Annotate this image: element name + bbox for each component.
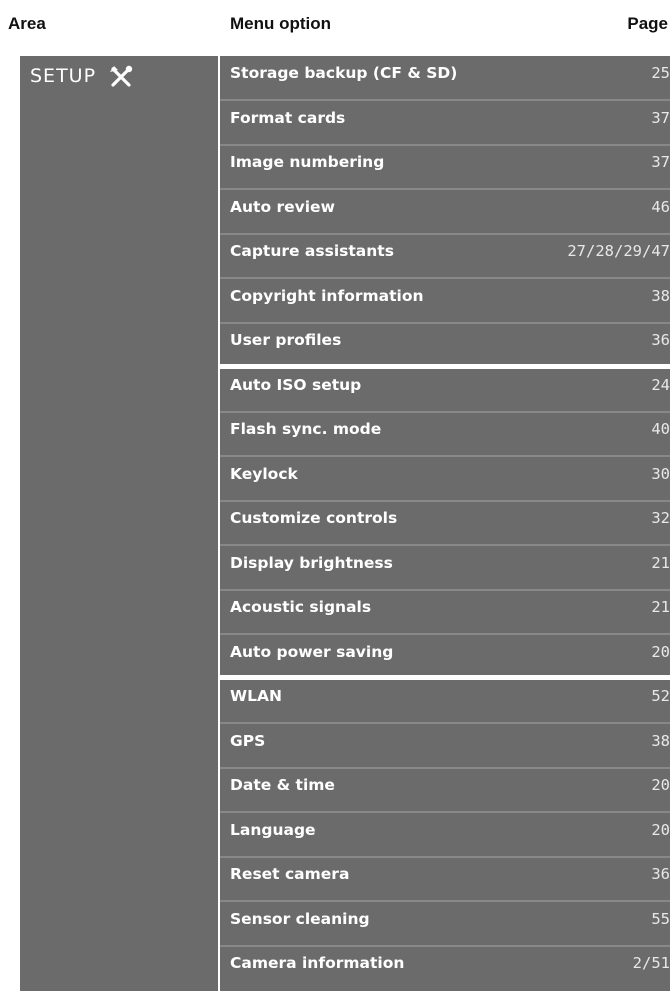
header-page: Page — [627, 14, 668, 33]
menu-option-label: WLAN — [230, 687, 282, 705]
table-header: Area Menu option Page — [0, 0, 670, 48]
menu-option-row: Storage backup (CF & SD) 25 — [220, 56, 670, 93]
page-reference: 38 — [651, 731, 670, 750]
menu-option-row: WLAN 52 — [220, 679, 670, 716]
page-reference: 40 — [651, 420, 670, 438]
menu-option-row: Image numbering 37 — [220, 145, 670, 182]
menu-option-row: Keylock 30 — [220, 457, 670, 494]
menu-option-label: Image numbering — [230, 153, 385, 171]
page-reference: 52 — [651, 687, 670, 705]
page-reference: 24 — [651, 375, 670, 394]
page-reference: 20 — [651, 642, 670, 661]
menu-option-list: Storage backup (CF & SD) 25 Format cards 37… — [220, 56, 670, 991]
menu-option-row: Customize controls 32 — [220, 501, 670, 538]
menu-option-row: Reset camera 36 — [220, 857, 670, 894]
menu-option-row: User profiles 36 — [220, 323, 670, 360]
page-reference: 55 — [651, 909, 670, 928]
header-area: Area — [8, 14, 46, 33]
menu-option-row: GPS 38 — [220, 724, 670, 761]
page-reference: 21 — [651, 553, 670, 572]
page-reference: 20 — [651, 820, 670, 839]
menu-option-label: Sensor cleaning — [230, 909, 370, 928]
page-reference: 37 — [651, 108, 670, 127]
menu-option-row: Camera information 2/51 — [220, 946, 670, 983]
menu-option-label: Acoustic signals — [230, 598, 372, 616]
menu-option-row: Copyright information 38 — [220, 279, 670, 316]
menu-option-label: Customize controls — [230, 509, 398, 527]
header-menu-option: Menu option — [230, 14, 332, 33]
menu-option-label: GPS — [230, 731, 266, 750]
page-reference: 27/28/29/47 — [567, 242, 670, 260]
menu-option-row: Display brightness 21 — [220, 546, 670, 583]
menu-option-row: Acoustic signals 21 — [220, 590, 670, 627]
menu-option-row: Sensor cleaning 55 — [220, 902, 670, 939]
menu-option-row: Flash sync. mode 40 — [220, 412, 670, 449]
page-reference: 2/51 — [632, 954, 670, 972]
menu-option-row: Capture assistants 27/28/29/47 — [220, 234, 670, 271]
menu-option-row: Auto review 46 — [220, 190, 670, 227]
menu-option-row: Format cards 37 — [220, 101, 670, 138]
page-reference: 21 — [651, 598, 670, 616]
menu-option-label: Language — [230, 820, 316, 839]
menu-option-label: Format cards — [230, 108, 346, 127]
menu-option-label: Capture assistants — [230, 242, 394, 260]
menu-option-label: Auto ISO setup — [230, 375, 362, 394]
menu-option-label: Camera information — [230, 954, 405, 972]
page-reference: 30 — [651, 464, 670, 483]
menu-option-label: User profiles — [230, 331, 342, 349]
page-reference: 25 — [651, 64, 670, 82]
menu-option-label: Copyright information — [230, 286, 424, 305]
menu-option-label: Auto review — [230, 197, 335, 216]
menu-option-label: Date & time — [230, 776, 335, 794]
menu-option-label: Flash sync. mode — [230, 420, 382, 438]
menu-option-row: Date & time 20 — [220, 768, 670, 805]
page-reference: 38 — [651, 286, 670, 305]
page-reference: 36 — [651, 331, 670, 349]
menu-option-label: Display brightness — [230, 553, 393, 572]
area-label: SETUP — [30, 65, 97, 87]
tools-icon — [108, 64, 134, 90]
menu-option-label: Keylock — [230, 464, 298, 483]
page-reference: 46 — [651, 197, 670, 216]
page-reference: 20 — [651, 776, 670, 794]
page-reference: 37 — [651, 153, 670, 171]
page-reference: 36 — [651, 865, 670, 883]
menu-option-row: Language 20 — [220, 813, 670, 850]
menu-option-row: Auto power saving 20 — [220, 635, 670, 672]
menu-option-label: Auto power saving — [230, 642, 394, 661]
page-reference: 32 — [651, 509, 670, 527]
menu-option-row: Auto ISO setup 24 — [220, 368, 670, 405]
area-column: SETUP — [20, 56, 218, 991]
menu-option-label: Storage backup (CF & SD) — [230, 64, 458, 82]
menu-option-label: Reset camera — [230, 865, 350, 883]
